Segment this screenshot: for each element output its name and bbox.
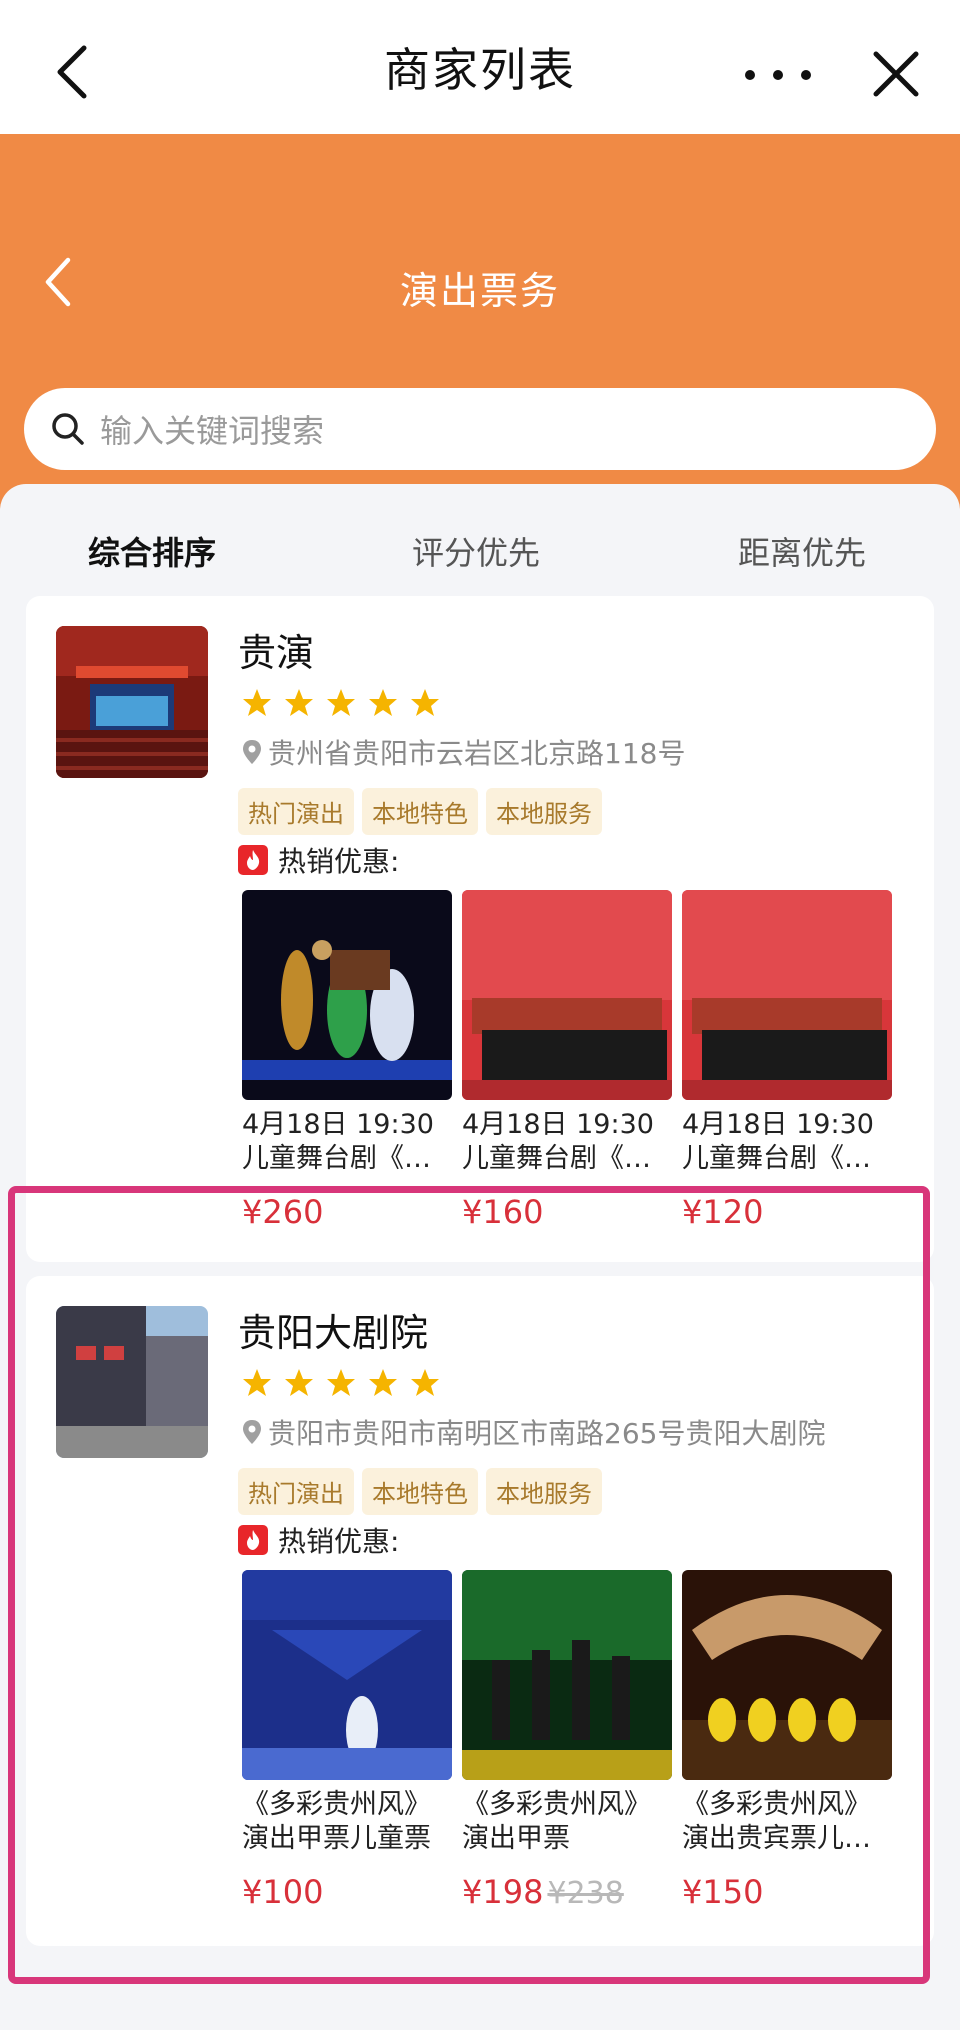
rating-stars xyxy=(242,1368,440,1398)
hot-deals-label: 热销优惠: xyxy=(278,845,400,878)
merchant-name: 贵阳大剧院 xyxy=(238,1311,429,1355)
deal-item[interactable]: 《多彩贵州风》 演出甲票儿童票 ¥100 xyxy=(242,1570,452,1912)
tag: 本地特色 xyxy=(362,1468,478,1515)
deal-title-line2: 演出贵宾票儿… xyxy=(682,1823,871,1854)
search-placeholder: 输入关键词搜索 xyxy=(100,412,325,450)
tag: 本地特色 xyxy=(362,788,478,835)
deal-title-line2: 演出甲票儿童票 xyxy=(242,1823,431,1854)
tab-comprehensive[interactable]: 综合排序 xyxy=(88,528,216,574)
tag: 本地服务 xyxy=(486,788,602,835)
deal-price: ¥260 xyxy=(242,1193,324,1231)
star-icon xyxy=(243,1369,271,1396)
more-icon[interactable] xyxy=(740,52,816,98)
address-text: 贵州省贵阳市云岩区北京路118号 xyxy=(268,737,686,770)
deal-image xyxy=(462,1570,672,1780)
merchant-card[interactable]: 贵演 贵州省贵阳市云岩区北京路118号 热门演出 本地特色 本地服务 热销优惠: xyxy=(26,596,934,1262)
deal-image xyxy=(462,890,672,1100)
deal-title-line2: 儿童舞台剧《… xyxy=(242,1143,431,1174)
star-icon xyxy=(285,1369,313,1396)
deal-title-line2: 儿童舞台剧《… xyxy=(462,1143,651,1174)
deal-title-line1: 《多彩贵州风》 xyxy=(682,1789,871,1820)
search-icon xyxy=(52,413,84,445)
star-icon xyxy=(285,689,313,716)
merchant-address: 贵阳市贵阳市南明区市南路265号贵阳大剧院 xyxy=(242,1412,825,1452)
deal-image xyxy=(682,1570,892,1780)
hot-deals-label: 热销优惠: xyxy=(278,1525,400,1558)
tag-list: 热门演出 本地特色 本地服务 xyxy=(238,1468,602,1515)
deal-item[interactable]: 《多彩贵州风》 演出贵宾票儿… ¥150 xyxy=(682,1570,892,1912)
deal-item[interactable]: 4月18日 19:30 儿童舞台剧《… ¥160 xyxy=(462,890,672,1230)
tab-distance[interactable]: 距离优先 xyxy=(738,528,866,574)
address-text: 贵阳市贵阳市南明区市南路265号贵阳大剧院 xyxy=(268,1417,826,1450)
section-title: 演出票务 xyxy=(399,269,560,313)
deal-price: ¥150 xyxy=(682,1873,764,1911)
deal-title-line1: 4月18日 19:30 xyxy=(462,1109,654,1140)
fire-icon xyxy=(238,845,268,875)
merchant-thumbnail[interactable] xyxy=(56,626,208,778)
merchant-thumbnail[interactable] xyxy=(56,1306,208,1458)
deal-title-line1: 《多彩贵州风》 xyxy=(242,1789,431,1820)
deal-title-line1: 4月18日 19:30 xyxy=(682,1109,874,1140)
deal-price: ¥198 ¥238 xyxy=(462,1874,672,1912)
deal-item[interactable]: 4月18日 19:30 儿童舞台剧《… ¥260 xyxy=(242,890,452,1230)
deal-list: 《多彩贵州风》 演出甲票儿童票 ¥100 《多彩贵州风》 演出甲票 ¥198 ¥2… xyxy=(242,1570,892,1912)
star-icon xyxy=(243,689,271,716)
hot-deals-header: 热销优惠: xyxy=(238,840,399,880)
star-icon xyxy=(411,689,439,716)
hot-deals-header: 热销优惠: xyxy=(238,1520,399,1560)
deal-image xyxy=(682,890,892,1100)
star-icon xyxy=(411,1369,439,1396)
close-icon[interactable] xyxy=(868,46,924,102)
current-price: ¥198 xyxy=(462,1873,544,1911)
tag: 热门演出 xyxy=(238,1468,354,1515)
fire-icon xyxy=(238,1525,268,1555)
page-title: 商家列表 xyxy=(384,43,576,97)
tag: 本地服务 xyxy=(486,1468,602,1515)
tab-rating[interactable]: 评分优先 xyxy=(412,528,540,574)
original-price: ¥238 xyxy=(547,1876,624,1911)
location-pin-icon xyxy=(243,740,261,764)
star-icon xyxy=(327,1369,355,1396)
star-icon xyxy=(327,689,355,716)
deal-item[interactable]: 《多彩贵州风》 演出甲票 ¥198 ¥238 xyxy=(462,1570,672,1912)
deal-title-line2: 儿童舞台剧《… xyxy=(682,1143,871,1174)
merchant-name: 贵演 xyxy=(238,631,315,675)
location-pin-icon xyxy=(243,1420,261,1444)
tag-list: 热门演出 本地特色 本地服务 xyxy=(238,788,602,835)
deal-price: ¥100 xyxy=(242,1873,324,1911)
deal-list: 4月18日 19:30 儿童舞台剧《… ¥260 4月18日 19:30 儿童舞… xyxy=(242,890,892,1230)
deal-item[interactable]: 4月18日 19:30 儿童舞台剧《… ¥120 xyxy=(682,890,892,1230)
merchant-card[interactable]: 贵阳大剧院 贵阳市贵阳市南明区市南路265号贵阳大剧院 热门演出 本地特色 本地… xyxy=(26,1276,934,1946)
back-icon[interactable] xyxy=(50,42,100,102)
deal-title-line1: 《多彩贵州风》 xyxy=(462,1789,651,1820)
search-input[interactable]: 输入关键词搜索 xyxy=(24,388,936,470)
rating-stars xyxy=(242,688,440,718)
deal-price: ¥120 xyxy=(682,1193,764,1231)
deal-image xyxy=(242,1570,452,1780)
deal-title-line2: 演出甲票 xyxy=(462,1823,570,1854)
deal-title-line1: 4月18日 19:30 xyxy=(242,1109,434,1140)
merchant-address: 贵州省贵阳市云岩区北京路118号 xyxy=(242,732,685,772)
tag: 热门演出 xyxy=(238,788,354,835)
deal-price: ¥160 xyxy=(462,1193,544,1231)
top-nav-bar: 商家列表 xyxy=(0,0,960,134)
star-icon xyxy=(369,1369,397,1396)
deal-image xyxy=(242,890,452,1100)
star-icon xyxy=(369,689,397,716)
